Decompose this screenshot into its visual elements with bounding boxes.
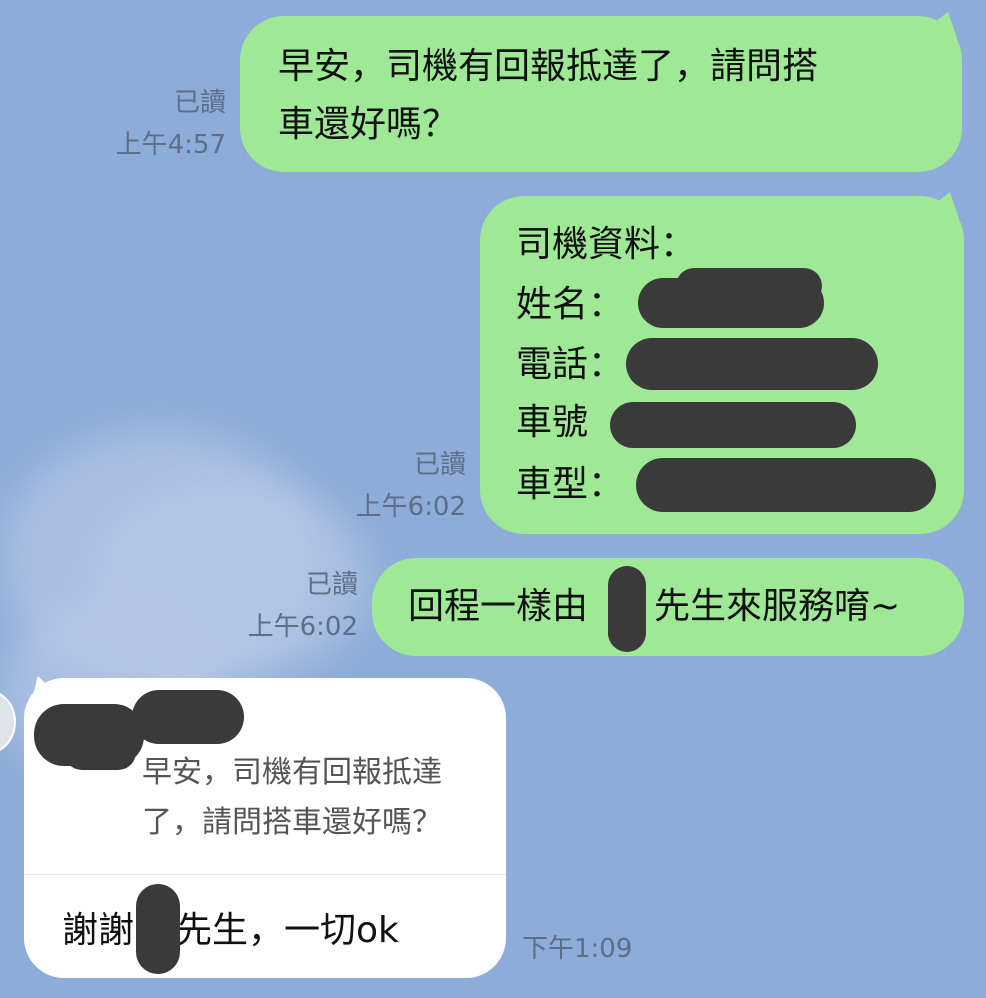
message-text-line: 車型： [516, 464, 625, 505]
redaction-mark [626, 338, 878, 390]
message-time: 下午1:09 [522, 934, 633, 964]
message-text-line: 電話： [516, 344, 625, 385]
redaction-mark [608, 566, 646, 652]
read-receipt: 已讀 [305, 570, 358, 600]
quoted-text-line: 了，請問搭車還好嗎？ [142, 805, 442, 840]
message-time: 上午4:57 [115, 130, 226, 160]
message-text-line: 車還好嗎？ [278, 104, 459, 145]
read-receipt: 已讀 [413, 450, 466, 480]
message-text-line: 姓名： [516, 284, 625, 325]
redaction-mark [676, 268, 822, 304]
reply-divider [24, 874, 506, 875]
redaction-mark [136, 884, 180, 974]
message-text-line: 車號 [516, 402, 589, 443]
read-receipt: 已讀 [173, 88, 226, 118]
outgoing-message-bubble[interactable]: 早安，司機有回報抵達了，請問搭 車還好嗎？ [240, 16, 962, 172]
incoming-message-bubble[interactable]: 早安，司機有回報抵達 了，請問搭車還好嗎？ 謝謝 先生，一切ok [24, 678, 506, 978]
message-text-line: 司機資料： [516, 224, 697, 265]
redaction-mark [636, 458, 936, 512]
redaction-mark [64, 734, 136, 770]
message-time: 上午6:02 [247, 612, 358, 642]
message-text-line: 回程一樣由 [408, 586, 589, 627]
message-text-line: 早安，司機有回報抵達了，請問搭 [278, 46, 819, 87]
outgoing-message-bubble[interactable]: 回程一樣由 先生來服務唷~ [372, 558, 964, 656]
reply-text: 謝謝 [62, 910, 135, 951]
redaction-mark [132, 690, 244, 744]
outgoing-message-bubble[interactable]: 司機資料： 姓名： 電話： 車號 車型： [480, 196, 964, 534]
reply-text: 先生，一切ok [176, 910, 399, 951]
redaction-mark [610, 402, 856, 448]
message-text-line: 先生來服務唷~ [654, 586, 901, 627]
quoted-text-line: 早安，司機有回報抵達 [142, 755, 442, 790]
message-time: 上午6:02 [355, 492, 466, 522]
chat-screen: { "colors": { "background": "#8eacd9", "… [0, 0, 986, 998]
